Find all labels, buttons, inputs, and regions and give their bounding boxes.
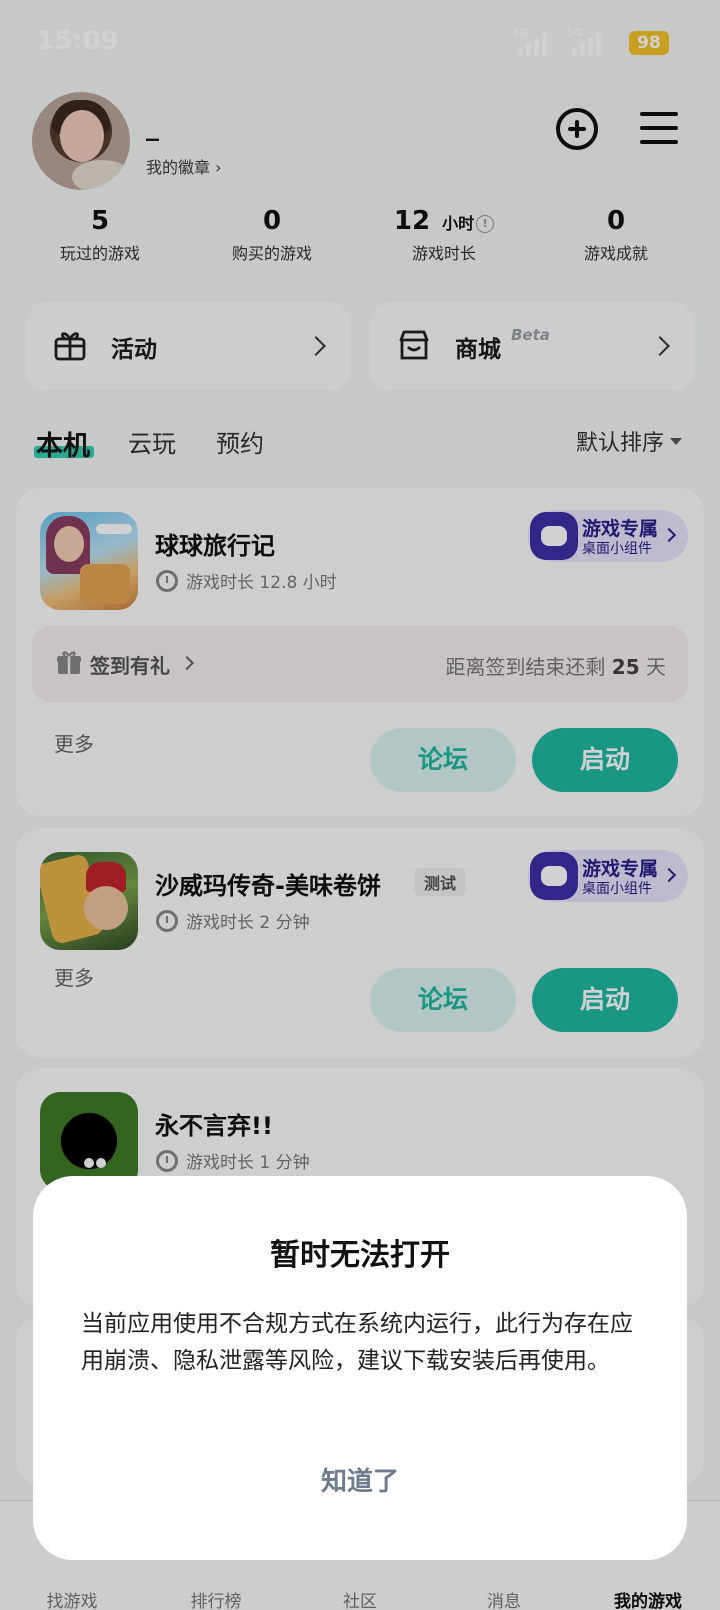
tab-local[interactable]: 本机 [36,424,90,463]
got-it-button[interactable]: 知道了 [260,1454,460,1510]
dialog-title: 暂时无法打开 [270,1238,450,1273]
dialog-message: 当前应用使用不合规方式在系统内运行，此行为存在应用崩溃、隐私泄露等风险，建议下载… [81,1311,633,1374]
alert-dialog: 暂时无法打开 当前应用使用不合规方式在系统内运行，此行为存在应用崩溃、隐私泄露等… [33,1176,687,1560]
